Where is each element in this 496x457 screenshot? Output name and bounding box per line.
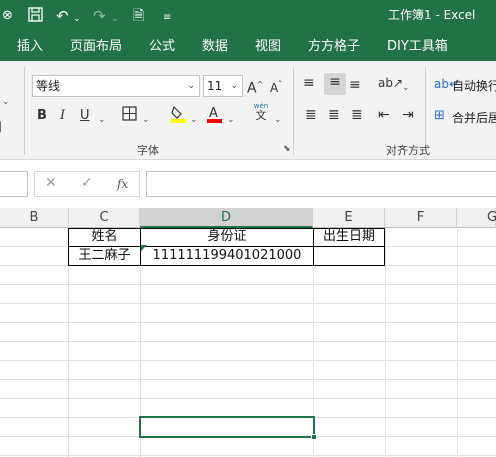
tab-data[interactable]: 数据: [202, 38, 228, 55]
cell-d2[interactable]: 111111199401021000: [141, 247, 313, 266]
chevron-down-icon[interactable]: ⌄: [98, 111, 106, 129]
print-preview-icon[interactable]: 🗎: [133, 7, 144, 25]
cell-c2[interactable]: 王二麻子: [69, 247, 140, 266]
phonetic-bottom-label: 文: [255, 109, 267, 122]
phonetic-guide-button[interactable]: wén 文: [252, 102, 270, 122]
font-color-button[interactable]: A: [206, 104, 223, 128]
ribbon-tabs: 插入 页面布局 公式 数据 视图 方方格子 DIY工具箱: [0, 32, 496, 61]
borders-button[interactable]: [122, 106, 137, 126]
chevron-down-icon[interactable]: ⌄: [187, 76, 195, 96]
chevron-down-icon[interactable]: ⌄: [402, 79, 410, 97]
chevron-down-icon[interactable]: ⌄: [190, 111, 198, 129]
insert-function-icon[interactable]: fx: [117, 177, 128, 191]
chevron-down-icon[interactable]: ⌄: [274, 111, 282, 129]
formula-bar: ✕ ✓ fx: [0, 160, 496, 208]
orientation-button[interactable]: ab↗: [378, 74, 403, 92]
top-align-button[interactable]: ≡: [303, 74, 315, 92]
underline-button[interactable]: U: [80, 107, 90, 125]
column-header-f[interactable]: F: [385, 208, 457, 228]
row-gridline: [0, 322, 496, 323]
ribbon: ⌄ ▏ 等线 ⌄ 11 ⌄ A^ Aˇ B I U ⌄ ⌄ ⌄ A ⌄ wén …: [0, 61, 496, 160]
column-header-c[interactable]: C: [69, 208, 140, 228]
wrap-text-button[interactable]: 自动换行: [452, 77, 496, 94]
fill-color-button[interactable]: [170, 105, 187, 128]
alignment-group-label: 对齐方式: [386, 144, 430, 157]
align-right-button[interactable]: ≣: [351, 106, 363, 124]
bottom-align-button[interactable]: ≡: [349, 76, 361, 94]
redo-icon: ↷: [93, 7, 106, 25]
increase-font-size-button[interactable]: A^: [247, 76, 263, 98]
cell-d1[interactable]: 身份证: [141, 228, 313, 247]
window-title: 工作簿1 - Excel: [388, 8, 476, 22]
chevron-down-icon[interactable]: ⌄: [230, 76, 238, 96]
row-gridline: [0, 303, 496, 304]
column-header-b[interactable]: B: [0, 208, 69, 228]
merge-center-button[interactable]: 合并后居: [452, 109, 496, 126]
active-cell-selection[interactable]: [139, 416, 315, 438]
tab-view[interactable]: 视图: [255, 38, 281, 55]
font-size-value: 11: [207, 79, 223, 93]
enter-icon[interactable]: ✓: [81, 175, 93, 191]
chevron-down-icon[interactable]: ⌄: [142, 111, 150, 129]
column-gridline: [457, 228, 458, 457]
row-gridline: [0, 341, 496, 342]
row-gridline: [0, 379, 496, 380]
column-gridline: [385, 228, 386, 457]
font-group-label: 字体: [137, 144, 159, 157]
tab-page-layout[interactable]: 页面布局: [70, 38, 122, 55]
undo-icon[interactable]: ↶: [56, 7, 69, 25]
title-bar: ⊗ ↶ ⌄ ↷ ⌄ 🗎 ≡ 工作簿1 - Excel: [0, 0, 496, 32]
row-gridline: [0, 284, 496, 285]
bold-button[interactable]: B: [37, 107, 47, 125]
svg-text:A: A: [209, 106, 218, 121]
save-icon[interactable]: [28, 7, 43, 26]
font-size-box[interactable]: 11 ⌄: [203, 75, 243, 97]
column-header-d[interactable]: D: [140, 208, 313, 228]
error-indicator-icon[interactable]: [141, 245, 147, 251]
font-name-box[interactable]: 等线 ⌄: [32, 75, 200, 97]
row-gridline: [0, 455, 496, 456]
cancel-icon[interactable]: ✕: [45, 175, 57, 191]
clipboard-edge-icon: ▏: [0, 123, 7, 133]
formula-input[interactable]: [146, 171, 496, 197]
row-gridline: [0, 360, 496, 361]
increase-indent-button[interactable]: ⇥: [402, 106, 414, 124]
undo-dropdown-icon[interactable]: ⌄: [73, 10, 81, 28]
ribbon-separator: [293, 67, 294, 155]
fill-handle[interactable]: [311, 434, 317, 440]
cell-c1[interactable]: 姓名: [69, 228, 140, 247]
row-gridline: [0, 398, 496, 399]
cell-e1[interactable]: 出生日期: [314, 228, 384, 247]
customize-qat-icon[interactable]: ≡: [163, 9, 171, 27]
column-header-g[interactable]: G: [457, 208, 496, 228]
column-header-e[interactable]: E: [313, 208, 385, 228]
decrease-font-size-button[interactable]: Aˇ: [270, 76, 282, 97]
merge-center-icon[interactable]: ⊞: [434, 107, 445, 125]
cell-e2[interactable]: [314, 247, 384, 266]
ribbon-separator: [24, 67, 25, 155]
redo-dropdown-icon: ⌄: [111, 14, 119, 24]
tab-diy-toolbox[interactable]: DIY工具箱: [387, 38, 448, 55]
paste-dropdown-icon[interactable]: ⌄: [2, 93, 10, 111]
font-name-value: 等线: [36, 79, 61, 93]
tab-fangfang-gezi[interactable]: 方方格子: [308, 38, 360, 55]
middle-align-button[interactable]: ≡: [324, 73, 346, 95]
decrease-font-label: A: [270, 81, 279, 95]
autosave-toggle-icon[interactable]: ⊗: [2, 7, 13, 25]
tab-formulas[interactable]: 公式: [149, 38, 175, 55]
increase-font-label: A: [247, 80, 257, 97]
name-box[interactable]: [0, 171, 28, 197]
italic-button[interactable]: I: [60, 107, 65, 125]
chevron-down-icon[interactable]: ⌄: [227, 111, 235, 129]
align-left-button[interactable]: ≣: [305, 106, 317, 124]
font-dialog-launcher-icon[interactable]: ⬊: [283, 144, 291, 154]
tab-insert[interactable]: 插入: [17, 38, 43, 55]
align-center-button[interactable]: ≣: [328, 106, 340, 124]
decrease-indent-button[interactable]: ⇤: [378, 106, 390, 124]
table-border-right: [384, 228, 385, 266]
formula-buttons: ✕ ✓ fx: [34, 171, 140, 197]
